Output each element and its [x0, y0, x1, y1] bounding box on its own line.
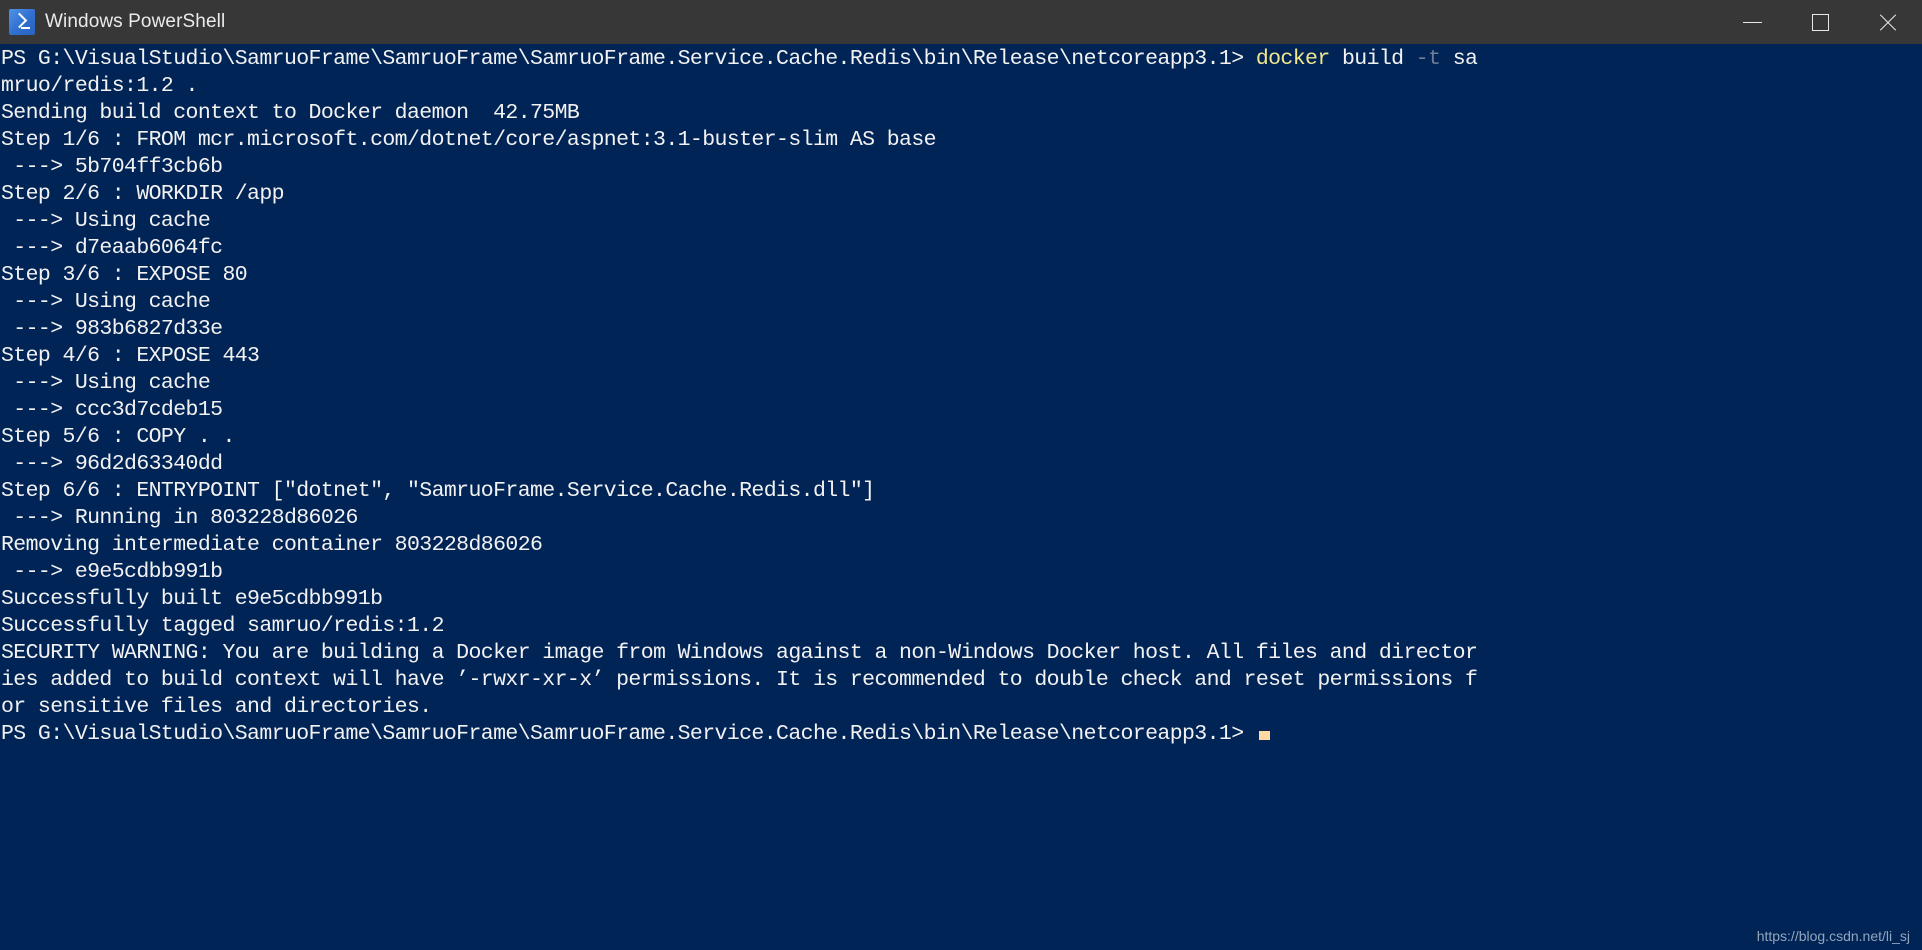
console-line: or sensitive files and directories.	[1, 694, 1922, 721]
console-line: ---> 96d2d63340dd	[1, 451, 1922, 478]
console-line: ---> d7eaab6064fc	[1, 235, 1922, 262]
console-text-default: ---> Running in 803228d86026	[1, 506, 358, 530]
console-line: Removing intermediate container 803228d8…	[1, 532, 1922, 559]
console-line: ---> Using cache	[1, 208, 1922, 235]
console-line: PS G:\VisualStudio\SamruoFrame\SamruoFra…	[1, 721, 1922, 748]
underscore-icon	[21, 26, 30, 29]
console-line: Step 1/6 : FROM mcr.microsoft.com/dotnet…	[1, 127, 1922, 154]
console-text-default: mruo/redis:1.2 .	[1, 74, 198, 98]
console-line: ---> ccc3d7cdeb15	[1, 397, 1922, 424]
maximize-button[interactable]	[1786, 0, 1854, 44]
console-line: ies added to build context will have ’-r…	[1, 667, 1922, 694]
console-line: Step 5/6 : COPY . .	[1, 424, 1922, 451]
title-bar[interactable]: Windows PowerShell	[0, 0, 1922, 44]
console-line: Step 4/6 : EXPOSE 443	[1, 343, 1922, 370]
console-line: ---> e9e5cdbb991b	[1, 559, 1922, 586]
console-text-default: Removing intermediate container 803228d8…	[1, 533, 543, 557]
console-line: ---> 983b6827d33e	[1, 316, 1922, 343]
window-controls	[1718, 0, 1922, 44]
minimize-button[interactable]	[1718, 0, 1786, 44]
window-title: Windows PowerShell	[45, 11, 226, 32]
console-text-default: Step 3/6 : EXPOSE 80	[1, 263, 248, 287]
text-cursor	[1258, 731, 1270, 740]
console-text-default: ---> 983b6827d33e	[1, 317, 223, 341]
console-text-default: ---> 96d2d63340dd	[1, 452, 223, 476]
console-text-default: ies added to build context will have ’-r…	[1, 668, 1478, 692]
maximize-icon	[1811, 13, 1829, 31]
console-text-default: PS G:\VisualStudio\SamruoFrame\SamruoFra…	[1, 47, 1256, 71]
console-lines: PS G:\VisualStudio\SamruoFrame\SamruoFra…	[1, 44, 1922, 748]
console-line: PS G:\VisualStudio\SamruoFrame\SamruoFra…	[1, 46, 1922, 73]
console-text-command: docker	[1255, 47, 1330, 71]
console-text-default: ---> 5b704ff3cb6b	[1, 155, 223, 179]
console-text-default: Step 4/6 : EXPOSE 443	[1, 344, 260, 368]
close-icon	[1877, 11, 1899, 33]
console-text-default: Step 5/6 : COPY . .	[1, 425, 235, 449]
console-text-default: ---> Using cache	[1, 209, 211, 233]
console-line: Step 2/6 : WORKDIR /app	[1, 181, 1922, 208]
console-line: Successfully built e9e5cdbb991b	[1, 586, 1922, 613]
console-text-default: PS G:\VisualStudio\SamruoFrame\SamruoFra…	[1, 722, 1256, 746]
powershell-icon	[9, 9, 35, 35]
console-line: ---> Using cache	[1, 289, 1922, 316]
console-line: mruo/redis:1.2 .	[1, 73, 1922, 100]
console-text-default: or sensitive files and directories.	[1, 695, 432, 719]
console-line: ---> Using cache	[1, 370, 1922, 397]
console-text-default: sa	[1440, 47, 1478, 71]
console-line: Step 6/6 : ENTRYPOINT [″dotnet″, ″Samruo…	[1, 478, 1922, 505]
console-text-default: Successfully built e9e5cdbb991b	[1, 587, 383, 611]
console-line: SECURITY WARNING: You are building a Doc…	[1, 640, 1922, 667]
close-button[interactable]	[1854, 0, 1922, 44]
watermark: https://blog.csdn.net/li_sj	[1756, 928, 1910, 944]
console-text-default: ---> e9e5cdbb991b	[1, 560, 223, 584]
console-text-param: -t	[1415, 47, 1441, 71]
console-text-default: ---> ccc3d7cdeb15	[1, 398, 223, 422]
console-line: Successfully tagged samruo/redis:1.2	[1, 613, 1922, 640]
console-line: Sending build context to Docker daemon 4…	[1, 100, 1922, 127]
console-text-default: Sending build context to Docker daemon 4…	[1, 101, 580, 125]
powershell-window: Windows PowerShell PS G:\VisualStudio\Sa…	[0, 0, 1922, 950]
minimize-icon	[1742, 21, 1762, 23]
console-line: ---> 5b704ff3cb6b	[1, 154, 1922, 181]
title-bar-left: Windows PowerShell	[0, 9, 225, 35]
console-text-default: Step 1/6 : FROM mcr.microsoft.com/dotnet…	[1, 128, 937, 152]
console-line: ---> Running in 803228d86026	[1, 505, 1922, 532]
console-text-default: Successfully tagged samruo/redis:1.2	[1, 614, 444, 638]
console-text-default: ---> Using cache	[1, 371, 211, 395]
console-text-default: Step 2/6 : WORKDIR /app	[1, 182, 285, 206]
console-text-default: SECURITY WARNING: You are building a Doc…	[1, 641, 1478, 665]
console-line: Step 3/6 : EXPOSE 80	[1, 262, 1922, 289]
console-text-default: ---> d7eaab6064fc	[1, 236, 223, 260]
console-output-area[interactable]: PS G:\VisualStudio\SamruoFrame\SamruoFra…	[0, 44, 1922, 950]
console-text-default: build	[1329, 47, 1416, 71]
console-text-default: ---> Using cache	[1, 290, 211, 314]
console-text-default: Step 6/6 : ENTRYPOINT [″dotnet″, ″Samruo…	[1, 479, 875, 503]
